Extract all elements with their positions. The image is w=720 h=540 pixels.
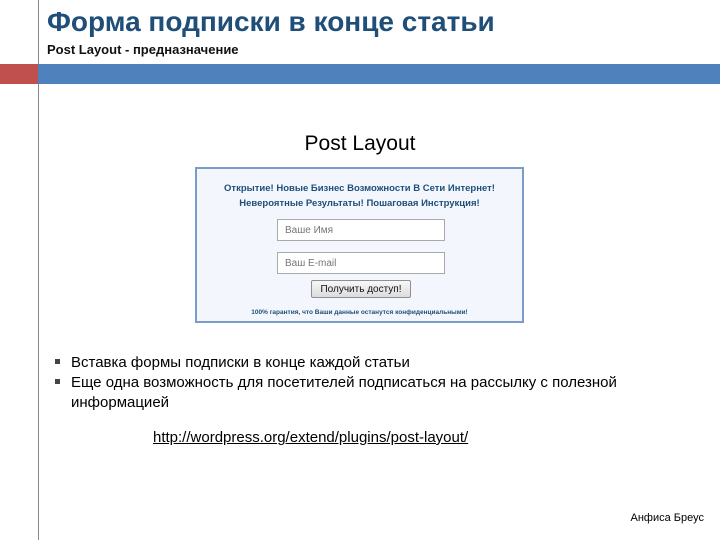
square-bullet-icon <box>55 359 60 364</box>
bullet-text: Еще одна возможность для посетителей под… <box>71 374 617 411</box>
bullet-text: Вставка формы подписки в конце каждой ст… <box>71 354 410 371</box>
get-access-button[interactable]: Получить доступ! <box>311 280 411 298</box>
figure-caption: Post Layout <box>304 132 416 155</box>
form-headline-line-2: Невероятные Результаты! Пошаговая Инстру… <box>239 198 480 209</box>
form-headline-line-1: Открытие! Новые Бизнес Возможности В Сет… <box>224 183 495 194</box>
bullet-item: Еще одна возможность для посетителей под… <box>55 373 678 413</box>
slide-subtitle: Post Layout - предназначение <box>47 42 239 57</box>
plugin-link[interactable]: http://wordpress.org/extend/plugins/post… <box>153 429 468 446</box>
subscription-form: Открытие! Новые Бизнес Возможности В Сет… <box>195 167 524 323</box>
accent-blue-bar <box>38 64 720 84</box>
bullet-list: Вставка формы подписки в конце каждой ст… <box>55 353 678 413</box>
privacy-guarantee-text: 100% гарантия, что Ваши данные останутся… <box>251 309 468 316</box>
name-input[interactable] <box>277 219 445 241</box>
bullet-item: Вставка формы подписки в конце каждой ст… <box>55 353 678 373</box>
author-name: Анфиса Бреус <box>630 512 705 524</box>
accent-red-block <box>0 64 38 84</box>
email-input[interactable] <box>277 252 445 274</box>
slide-title: Форма подписки в конце статьи <box>47 6 495 37</box>
form-headline: Открытие! Новые Бизнес Возможности В Сет… <box>197 181 522 211</box>
square-bullet-icon <box>55 379 60 384</box>
